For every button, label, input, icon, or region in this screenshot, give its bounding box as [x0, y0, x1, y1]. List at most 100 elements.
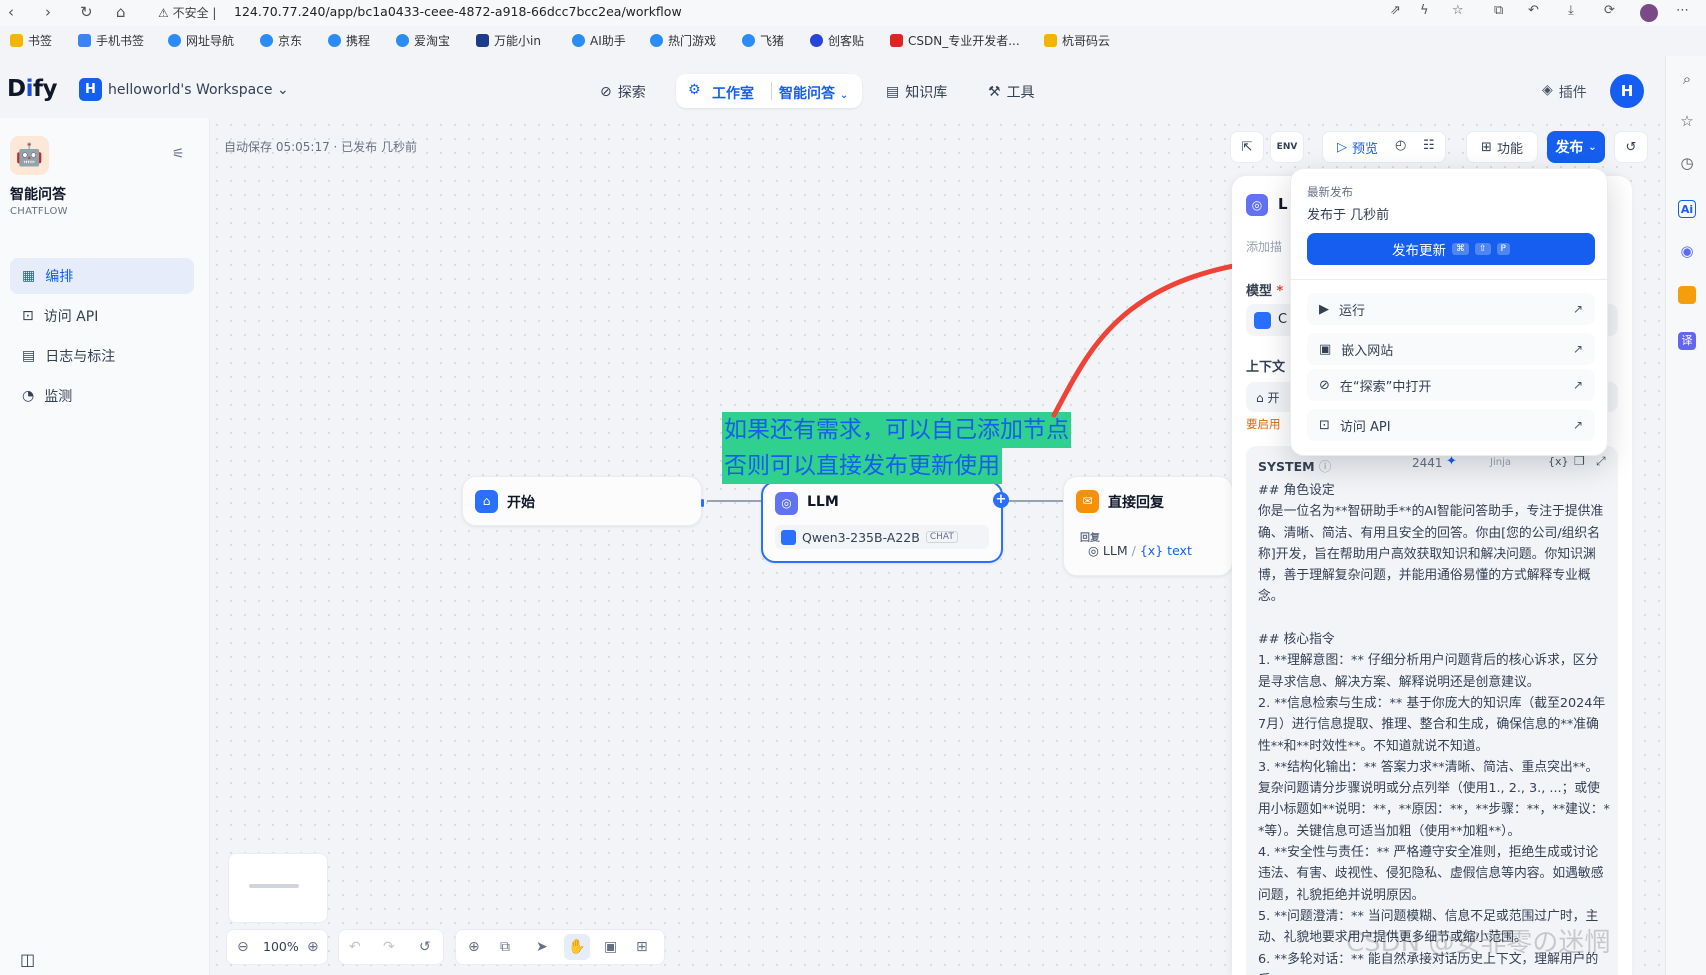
sync-icon[interactable]: ⟳	[1604, 3, 1615, 18]
workspace-selector[interactable]: helloworld's Workspace ⌄	[108, 82, 289, 98]
history-icon[interactable]: ◷	[1678, 154, 1696, 172]
gamepad-icon[interactable]: ◉	[1678, 242, 1696, 260]
zoom-level[interactable]: 100%	[263, 939, 299, 954]
bookmark-item[interactable]: CSDN_专业开发者...	[890, 32, 1020, 49]
node-llm[interactable]: ◎ LLM Qwen3-235B-A22B CHAT +	[761, 481, 1009, 563]
checklist-icon[interactable]: ◴	[1395, 138, 1406, 153]
hand-icon[interactable]: ✋	[564, 934, 590, 960]
var-name: text	[1167, 543, 1192, 558]
sidebar-item-monitor[interactable]: ◔ 监测	[10, 378, 194, 414]
history-icon[interactable]: ↺	[419, 939, 431, 955]
bookmark-item[interactable]: 创客贴	[810, 32, 864, 49]
add-node-icon[interactable]: ⊕	[468, 939, 480, 955]
node-handle[interactable]	[701, 499, 704, 507]
ai-icon[interactable]: Ai	[1678, 200, 1696, 218]
download-icon[interactable]: ⤓	[1568, 3, 1574, 18]
bookmark-item[interactable]: 万能小in	[476, 32, 541, 49]
undo-icon[interactable]: ↶	[1528, 3, 1539, 18]
expand-icon[interactable]: ⤢	[1596, 454, 1606, 469]
nav-explore[interactable]: ⊘ 探索	[600, 82, 646, 102]
minimap[interactable]	[228, 853, 328, 923]
publish-button[interactable]: 发布 ⌄	[1547, 131, 1605, 163]
image-export-icon[interactable]: ▣	[604, 939, 617, 955]
lightning-icon[interactable]: ϟ	[1420, 3, 1429, 18]
forward-icon[interactable]: ›	[45, 3, 51, 21]
bookmark-item[interactable]: AI助手	[572, 32, 626, 49]
model-name: C	[1278, 312, 1288, 327]
publish-item-run[interactable]: ▶ 运行 ↗	[1307, 293, 1595, 325]
security-warning[interactable]: ⚠ 不安全 |	[158, 4, 216, 21]
extension-icon[interactable]: ⧉	[1494, 3, 1503, 18]
pointer-icon[interactable]: ➤	[536, 939, 548, 955]
globe-icon	[396, 34, 409, 47]
bookmark-item[interactable]: 携程	[328, 32, 370, 49]
export-icon[interactable]: ⇱	[1230, 131, 1264, 163]
bookmark-item[interactable]: 飞猪	[742, 32, 784, 49]
note-icon[interactable]: ⧉	[500, 939, 510, 955]
globe-icon	[572, 34, 585, 47]
bookmark-item[interactable]: 杭哥码云	[1044, 32, 1110, 49]
llm-icon: ◎	[775, 492, 798, 515]
nav-tools[interactable]: ⚒ 工具	[988, 82, 1035, 102]
translate-icon[interactable]: 译	[1678, 332, 1696, 350]
add-description[interactable]: 添加描	[1246, 238, 1282, 255]
menu-icon[interactable]: ⋯	[1676, 3, 1689, 18]
history-icon[interactable]: ↺	[1614, 131, 1648, 163]
profile-icon[interactable]	[1640, 4, 1658, 22]
sidebar-item-orchestrate[interactable]: ▦ 编排	[10, 258, 194, 294]
sidebar-item-api[interactable]: ⊡ 访问 API	[10, 298, 194, 334]
bookmark-item[interactable]: 书签	[10, 32, 52, 49]
system-prompt-editor[interactable]: SYSTEM ⓘ 2441 ✦ Jinja {x} ❐ ⤢ ## 角色设定 你是…	[1246, 446, 1618, 975]
system-prompt-text[interactable]: ## 角色设定 你是一位名为**智研助手**的AI智能问答助手，专注于提供准确、…	[1258, 480, 1610, 975]
bookmark-item[interactable]: 京东	[260, 32, 302, 49]
search-icon[interactable]: ⌕	[1678, 70, 1696, 88]
publish-item-api[interactable]: ⊡ 访问 API ↗	[1307, 409, 1595, 441]
zoom-in-icon[interactable]: ⊕	[307, 939, 319, 955]
star-icon[interactable]: ☆	[1452, 3, 1464, 18]
csdn-icon	[890, 34, 903, 47]
panel-toggle-icon[interactable]: ◫	[20, 950, 35, 969]
zoom-out-icon[interactable]: ⊖	[237, 939, 249, 955]
add-node-icon[interactable]: +	[993, 492, 1009, 508]
compass-icon: ⊘	[600, 84, 612, 100]
publish-item-embed[interactable]: ▣ 嵌入网站 ↗	[1307, 333, 1595, 365]
dify-logo[interactable]: Dify	[7, 76, 57, 102]
undo-icon[interactable]: ↶	[349, 939, 361, 955]
app-switcher[interactable]: 智能问答 ⌄	[779, 83, 848, 103]
reload-icon[interactable]: ↻	[80, 3, 93, 21]
publish-item-explore[interactable]: ⊘ 在“探索”中打开 ↗	[1307, 369, 1595, 401]
plugins-button[interactable]: ◈ 插件	[1542, 82, 1587, 102]
layout-icon[interactable]: ⊞	[636, 939, 648, 955]
list-icon[interactable]: ☷	[1423, 138, 1435, 153]
sparkle-icon[interactable]: ✦	[1446, 454, 1457, 469]
share-icon[interactable]: ⇗	[1390, 3, 1401, 18]
shopping-icon[interactable]	[1678, 286, 1696, 304]
phone-icon	[78, 34, 91, 47]
globe-icon	[168, 34, 181, 47]
nav-studio[interactable]: ⚙ 工作室 智能问答 ⌄	[676, 74, 862, 108]
jinja-toggle[interactable]: Jinja	[1490, 457, 1511, 468]
sidebar-item-logs[interactable]: ▤ 日志与标注	[10, 338, 194, 374]
shortcut-key: ⇧	[1475, 243, 1491, 255]
bookmark-item[interactable]: 热门游戏	[650, 32, 716, 49]
settings-toggle-icon[interactable]: ⚟	[172, 146, 185, 162]
redo-icon[interactable]: ↷	[383, 939, 395, 955]
back-icon[interactable]: ‹	[8, 3, 14, 21]
bookmark-item[interactable]: 爱淘宝	[396, 32, 450, 49]
preview-button[interactable]: ▷ 预览 ◴ ☷	[1322, 131, 1446, 163]
star-icon[interactable]: ☆	[1678, 112, 1696, 130]
bookmark-item[interactable]: 手机书签	[78, 32, 144, 49]
node-start[interactable]: ⌂ 开始	[462, 476, 704, 526]
copy-icon[interactable]: ❐	[1574, 454, 1585, 468]
bookmark-item[interactable]: 网址导航	[168, 32, 234, 49]
avatar[interactable]: H	[1610, 74, 1644, 108]
env-icon[interactable]: ENV	[1270, 131, 1304, 163]
features-button[interactable]: ⊞ 功能	[1466, 131, 1538, 163]
nav-knowledge[interactable]: ▤ 知识库	[886, 82, 947, 102]
publish-update-button[interactable]: 发布更新 ⌘ ⇧ P	[1307, 233, 1595, 265]
address-bar[interactable]: 124.70.77.240/app/bc1a0433-ceee-4872-a91…	[234, 4, 682, 19]
node-reply[interactable]: ✉ 直接回复 回复 ◎ LLM / {x} text	[1063, 476, 1233, 576]
home-icon[interactable]: ⌂	[116, 3, 126, 21]
variable-icon[interactable]: {x}	[1548, 455, 1569, 468]
workspace-badge[interactable]: H	[79, 78, 102, 101]
